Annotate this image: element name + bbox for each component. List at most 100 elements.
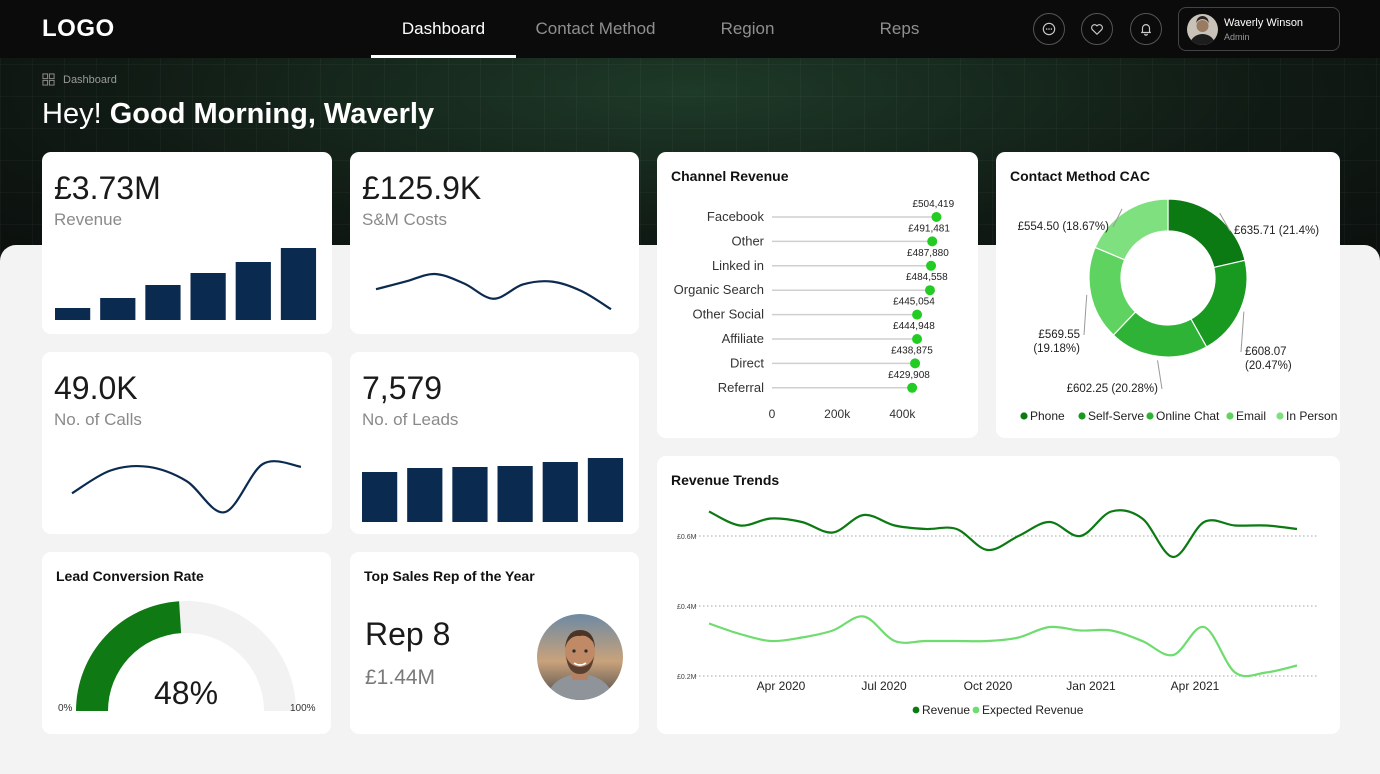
legend-marker [1276,412,1284,420]
data-label: £504,419 [912,199,954,210]
category-label: Affiliate [722,331,764,346]
bar [452,467,488,522]
tab-contact-method[interactable]: Contact Method [523,0,668,58]
bar [100,298,136,320]
y-tick-label: £0.4M [677,604,697,611]
sm-costs-mini-chart [375,272,612,311]
bar [362,472,398,522]
x-tick-label: 400k [889,407,916,421]
data-label: £444,948 [893,321,935,332]
lollipop-dot [912,334,923,344]
chat-button[interactable] [1033,13,1065,45]
lollipop-dot [910,358,921,369]
x-tick-label: Jan 2021 [1066,679,1116,693]
page-title: Hey! Good Morning, Waverly [42,98,434,131]
sm-costs-card[interactable]: £125.9K S&M Costs [350,152,639,334]
gauge-value-label: 48% [154,675,218,711]
top-rep-photo [537,614,623,700]
lollipop-dot [912,309,923,320]
lead-conversion-card[interactable]: Lead Conversion Rate 48% 0% 100% [42,552,331,734]
slice-label: £602.25 (20.28%) [1067,383,1159,395]
revenue-mini-chart [55,248,317,320]
legend-label: In Person [1286,409,1337,423]
series-line [708,615,1298,678]
tab-region[interactable]: Region [675,0,820,58]
user-role: Admin [1224,32,1250,42]
revenue-trends-card[interactable]: Revenue Trends £0.2M £0.4M £0.6M Apr 2020 Ju… [657,456,1340,734]
bar [497,466,533,522]
legend-label: Online Chat [1156,409,1220,423]
leader-line [1083,294,1088,336]
lollipop-dot [924,285,935,296]
category-label: Other Social [692,307,764,322]
tab-reps[interactable]: Reps [827,0,972,58]
category-label: Linked in [712,258,764,273]
channel-revenue-chart: Facebook £504,419 Other £491,481 Linked in £4… [674,199,955,421]
notifications-button[interactable] [1130,13,1162,45]
heart-icon [1091,24,1103,35]
leads-mini-chart [362,458,624,522]
x-tick-label: Oct 2020 [964,679,1013,693]
category-label: Facebook [707,209,765,224]
slice-label: £554.50 (18.67%) [1018,221,1110,233]
greeting-prefix: Hey! [42,98,102,130]
logo[interactable]: LOGO [42,15,115,43]
legend-label: Phone [1030,409,1065,423]
top-rep-name: Rep 8 [365,616,451,652]
favorites-button[interactable] [1081,13,1113,45]
lollipop-dot [927,236,938,247]
legend-label: Expected Revenue [982,703,1084,717]
data-label: £484,558 [906,272,948,283]
series-line [708,509,1298,559]
category-label: Referral [718,380,764,395]
category-label: Direct [730,355,764,370]
user-name: Waverly Winson [1224,17,1304,29]
tab-dashboard[interactable]: Dashboard [371,0,516,58]
slice-label: £635.71 (21.4%) [1234,225,1319,237]
legend-marker [1226,412,1234,420]
bar [280,248,317,320]
y-tick-label: £0.2M [677,674,697,681]
top-sales-rep-card[interactable]: Top Sales Rep of the Year Rep 8 £1.44M [350,552,639,734]
series-line [375,272,612,311]
bar [542,462,578,522]
bar [55,308,91,320]
legend-label: Email [1236,409,1266,423]
bar [587,458,624,522]
bell-icon [1141,24,1151,36]
lead-conversion-gauge: 48% 0% 100% [58,601,316,714]
breadcrumb: Dashboard [42,73,117,86]
contact-method-cac-card[interactable]: Contact Method CAC £635.71 (21.4%) £608.0… [996,152,1340,438]
contact-method-cac-chart: £635.71 (21.4%) £608.07 (20.47%) £602.25 (2… [1018,198,1337,423]
data-label: £487,880 [907,248,949,259]
bar [407,468,443,522]
y-tick-label: £0.6M [677,534,697,541]
legend-marker [1078,412,1086,420]
x-tick-label: Jul 2020 [861,679,907,693]
category-label: Organic Search [674,282,764,297]
gauge-min-label: 0% [58,703,73,714]
legend-marker [912,706,920,714]
slice-label: £569.55 (19.18%) [1033,329,1080,355]
slice-label: £608.07 (20.47%) [1245,346,1292,372]
series-line [71,460,302,514]
calls-mini-chart [71,460,302,514]
x-tick-label: 200k [824,407,851,421]
top-navbar: LOGO Dashboard Contact Method Region Rep… [0,0,1380,58]
lollipop-dot [931,212,942,222]
user-menu[interactable]: Waverly Winson Admin [1178,7,1340,51]
legend-marker [972,706,980,714]
revenue-trends-chart: £0.2M £0.4M £0.6M Apr 2020 Jul 2020 Oct 2020 J… [677,509,1317,717]
breadcrumb-item[interactable]: Dashboard [63,74,117,86]
channel-revenue-card[interactable]: Channel Revenue Facebook £504,419 Other £49… [657,152,978,438]
leader-line [1157,360,1163,390]
category-label: Other [731,233,764,248]
calls-card[interactable]: 49.0K No. of Calls [42,352,332,534]
leader-line [1240,311,1245,353]
leads-card[interactable]: 7,579 No. of Leads [350,352,639,534]
x-tick-label: 0 [769,407,776,421]
revenue-card[interactable]: £3.73M Revenue [42,152,332,334]
dashboard-grid-icon [42,73,55,86]
legend-marker [1020,412,1028,420]
x-tick-label: Apr 2020 [757,679,806,693]
